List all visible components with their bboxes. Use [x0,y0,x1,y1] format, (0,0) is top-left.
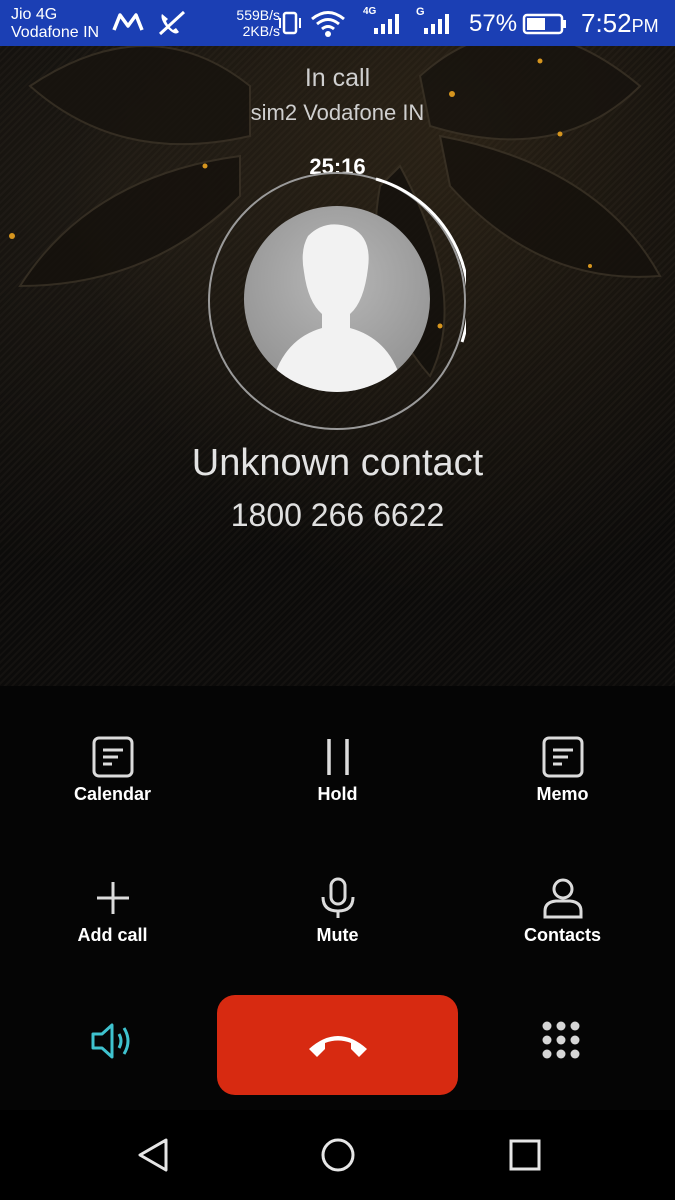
contacts-button[interactable]: Contacts [450,877,675,946]
speed-down: 2KB/s [242,23,280,39]
wifi-icon [311,11,345,37]
hold-label: Hold [317,784,358,804]
home-icon [321,1138,355,1172]
dialpad-icon [542,1021,580,1059]
dialpad-button[interactable] [541,1020,581,1060]
network-speed: 559B/s 2KB/s [232,7,280,39]
carrier-info: Jio 4G Vodafone IN [11,6,99,42]
home-button[interactable] [320,1137,356,1173]
battery-percent: 57% [469,10,518,37]
pause-icon [326,739,349,775]
add-call-label: Add call [77,925,148,945]
sim-label: sim2 Vodafone IN [250,100,425,125]
memo-icon [542,736,583,778]
hold-button[interactable]: Hold [225,736,450,805]
back-icon [138,1138,168,1172]
speed-up: 559B/s [236,7,280,23]
phone-number: 1800 266 6622 [230,497,445,533]
navigation-bar [0,1110,675,1200]
carrier-secondary: Vodafone IN [11,24,100,41]
memo-button[interactable]: Memo [450,736,675,805]
recents-button[interactable] [508,1138,542,1172]
carrier-primary: Jio 4G [11,6,58,23]
microphone-icon [321,877,354,918]
default-person-icon [270,224,404,392]
mute-button[interactable]: Mute [225,877,450,946]
calendar-icon [92,736,133,778]
plus-icon [96,882,129,914]
clock-time: 7:52 [581,8,632,38]
avatar [244,206,430,392]
status-bar: Jio 4G Vodafone IN 559B/s 2KB/s 4G G 57% [0,0,675,46]
clock-ampm: PM [631,16,659,36]
signal-sim2-icon [424,14,449,34]
contact-photo-frame [208,172,466,430]
battery-icon [522,13,566,35]
contacts-label: Contacts [523,925,601,945]
end-call-button[interactable] [217,995,458,1095]
add-call-button[interactable]: Add call [0,877,225,946]
calendar-label: Calendar [73,784,152,804]
messaging-app-icon [112,13,144,31]
contact-name: Unknown contact [191,442,484,484]
signal-sim1-icon [374,14,399,34]
memo-label: Memo [536,784,589,804]
clock: 7:52PM [581,8,659,39]
vibrate-icon [279,11,301,35]
recents-icon [509,1139,541,1171]
speaker-icon [91,1023,130,1059]
hang-up-icon [309,1036,367,1057]
calendar-button[interactable]: Calendar [0,736,225,805]
missed-call-icon [158,10,186,36]
mute-label: Mute [316,925,359,945]
speaker-button[interactable] [90,1020,136,1062]
person-icon [543,878,582,919]
back-button[interactable] [136,1137,170,1173]
call-state: In call [304,64,371,92]
